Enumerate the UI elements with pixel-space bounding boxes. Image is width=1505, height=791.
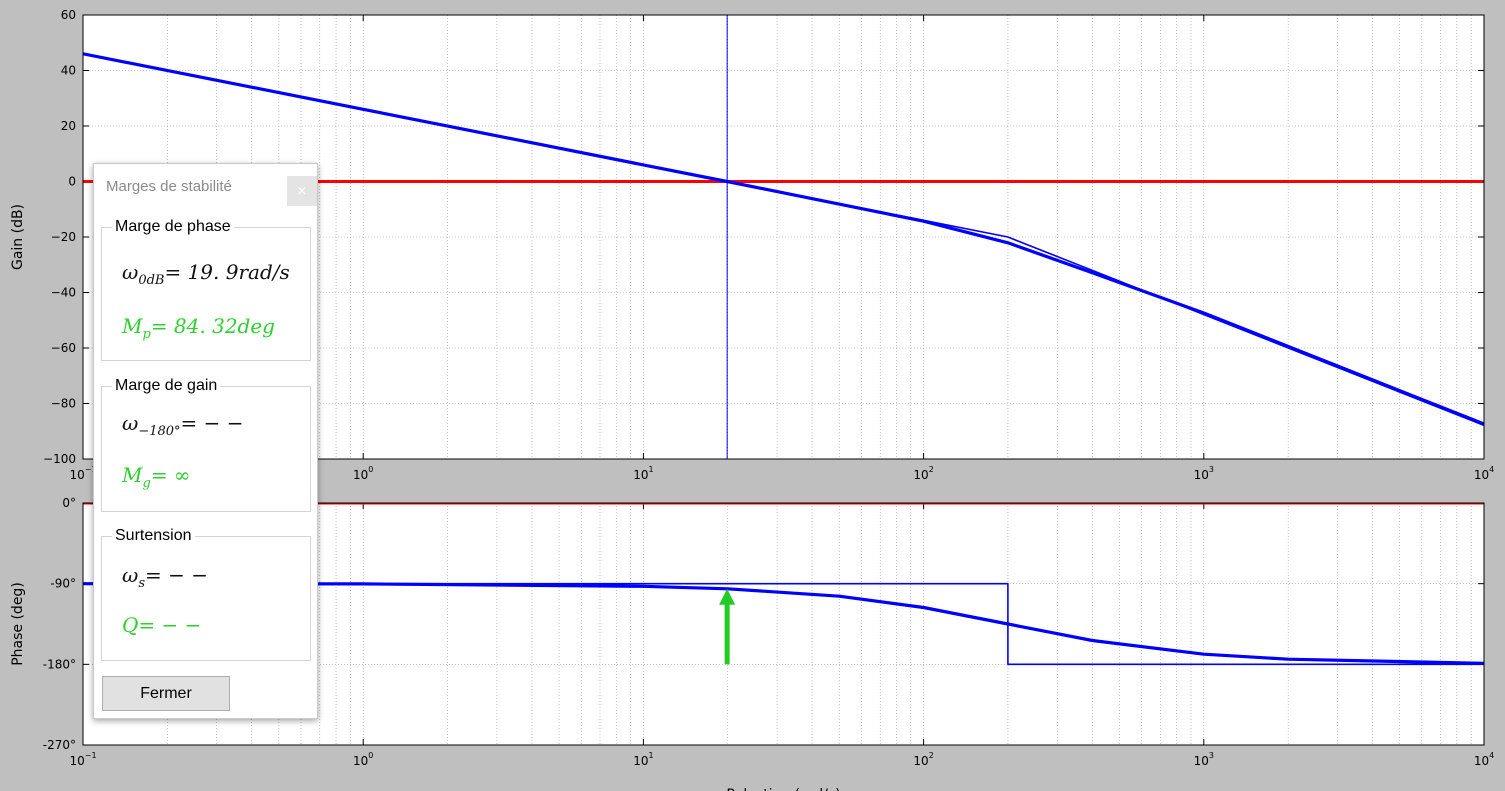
x-tick-label: 103 [1194, 751, 1214, 768]
x-tick-label: 102 [913, 465, 933, 482]
x-axis-title: Pulsation (rad/s) [726, 787, 840, 791]
fermer-button[interactable]: Fermer [102, 676, 230, 711]
close-icon[interactable]: × [287, 176, 317, 206]
y-tick-label: -180° [43, 657, 76, 671]
x-tick-label: 103 [1194, 465, 1214, 482]
gain-margin-group: Marge de gain ω−180°= − − Mg= ∞ [101, 377, 311, 512]
y-tick-label: -90° [50, 577, 76, 591]
phase-crossover-frequency-value: ω−180°= − − [122, 411, 244, 439]
stability-margins-dialog: Marges de stabilité × Marge de phase ω0d… [93, 163, 318, 719]
surtension-group: Surtension ωs= − − Q= − − [101, 527, 311, 661]
y-axis-title: Gain (dB) [10, 204, 26, 270]
x-tick-label: 101 [633, 751, 653, 768]
quality-factor-value: Q= − − [122, 613, 202, 637]
x-tick-label: 102 [913, 751, 933, 768]
x-tick-label: 100 [353, 751, 373, 768]
y-tick-label: 60 [61, 8, 76, 22]
x-tick-label: 101 [633, 465, 653, 482]
y-tick-label: −20 [51, 230, 76, 244]
y-tick-label: −60 [51, 341, 76, 355]
x-tick-label: 104 [1474, 751, 1494, 768]
x-tick-label: 10−1 [69, 751, 96, 768]
y-axis-title: Phase (deg) [10, 582, 26, 666]
dialog-title: Marges de stabilité [106, 178, 232, 195]
surtension-label: Surtension [112, 527, 195, 545]
y-tick-label: -270° [43, 738, 76, 752]
crossover-frequency-value: ω0dB= 19. 9rad/s [122, 260, 290, 288]
y-tick-label: 40 [61, 64, 76, 78]
y-tick-label: 0 [68, 175, 76, 189]
phase-margin-group: Marge de phase ω0dB= 19. 9rad/s Mp= 84. … [101, 218, 311, 361]
x-tick-label: 100 [353, 465, 373, 482]
y-tick-label: −80 [51, 397, 76, 411]
phase-margin-value: Mp= 84. 32deg [122, 314, 275, 342]
y-tick-label: −100 [43, 452, 76, 466]
y-tick-label: 20 [61, 119, 76, 133]
y-tick-label: −40 [51, 286, 76, 300]
gain-margin-label: Marge de gain [112, 377, 221, 395]
resonance-frequency-value: ωs= − − [122, 563, 208, 591]
y-tick-label: 0° [62, 496, 76, 510]
x-tick-label: 104 [1474, 465, 1494, 482]
phase-margin-label: Marge de phase [112, 218, 234, 236]
gain-margin-value: Mg= ∞ [122, 463, 191, 491]
